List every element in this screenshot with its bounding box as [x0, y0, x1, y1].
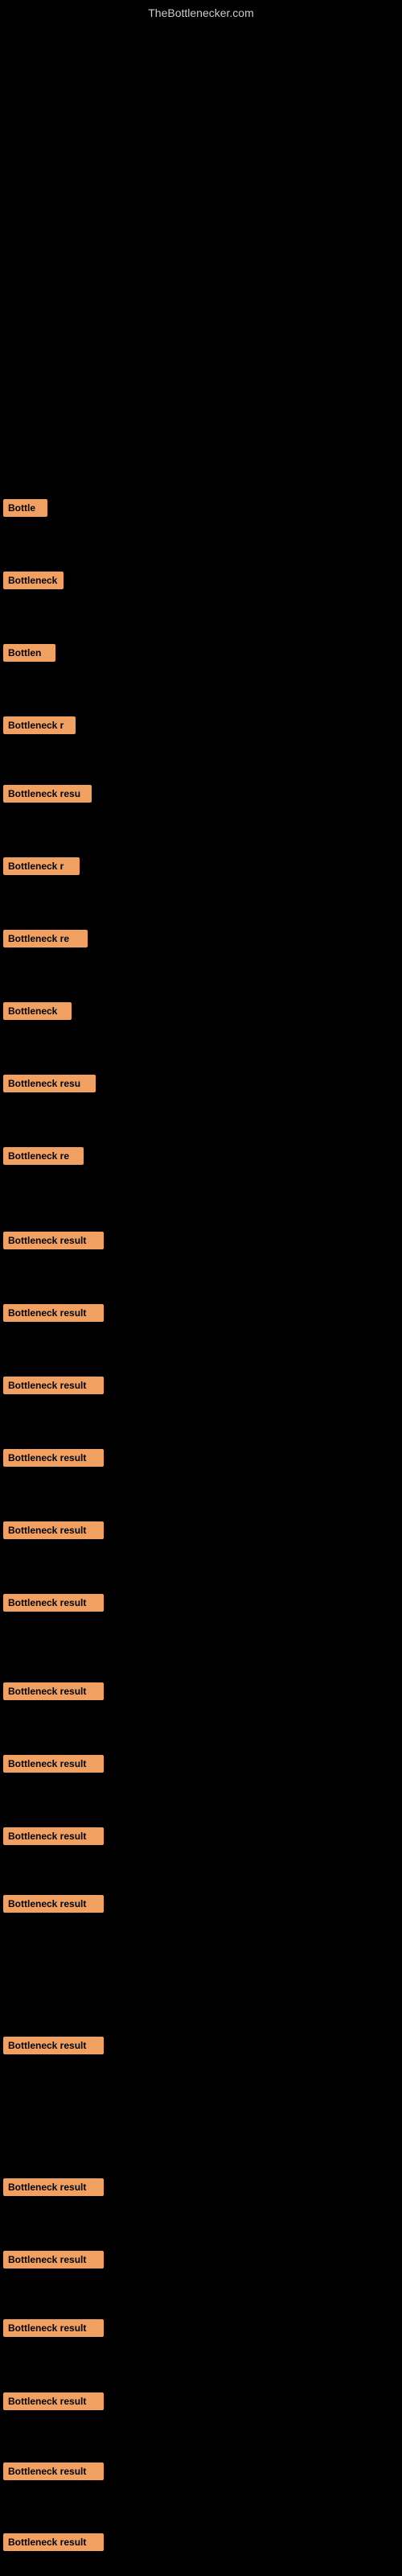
- bottleneck-result-item[interactable]: Bottleneck result: [3, 1895, 104, 1913]
- bottleneck-result-item[interactable]: Bottleneck resu: [3, 1075, 96, 1092]
- bottleneck-result-item[interactable]: Bottle: [3, 499, 47, 517]
- bottleneck-result-item[interactable]: Bottleneck result: [3, 2533, 104, 2551]
- bottleneck-result-item[interactable]: Bottleneck result: [3, 1755, 104, 1773]
- bottleneck-result-item[interactable]: Bottleneck re: [3, 1147, 84, 1165]
- bottleneck-result-item[interactable]: Bottleneck result: [3, 1377, 104, 1394]
- bottleneck-result-item[interactable]: Bottleneck result: [3, 1304, 104, 1322]
- bottleneck-result-item[interactable]: Bottleneck r: [3, 716, 76, 734]
- bottleneck-result-item[interactable]: Bottleneck result: [3, 1232, 104, 1249]
- bottleneck-result-item[interactable]: Bottleneck: [3, 1002, 72, 1020]
- bottleneck-result-item[interactable]: Bottleneck: [3, 572, 64, 589]
- bottleneck-result-item[interactable]: Bottleneck result: [3, 1827, 104, 1845]
- bottleneck-result-item[interactable]: Bottleneck result: [3, 2178, 104, 2196]
- bottleneck-result-item[interactable]: Bottleneck result: [3, 1594, 104, 1612]
- bottleneck-result-item[interactable]: Bottleneck result: [3, 1449, 104, 1467]
- bottleneck-result-item[interactable]: Bottleneck result: [3, 2319, 104, 2337]
- bottleneck-result-item[interactable]: Bottleneck result: [3, 1682, 104, 1700]
- bottleneck-result-item[interactable]: Bottleneck result: [3, 2037, 104, 2054]
- bottleneck-result-item[interactable]: Bottleneck result: [3, 2392, 104, 2410]
- bottleneck-result-item[interactable]: Bottleneck re: [3, 930, 88, 947]
- bottleneck-result-item[interactable]: Bottleneck r: [3, 857, 80, 875]
- site-title: TheBottlenecker.com: [148, 6, 254, 19]
- bottleneck-result-item[interactable]: Bottleneck result: [3, 1521, 104, 1539]
- bottleneck-result-item[interactable]: Bottleneck resu: [3, 785, 92, 803]
- bottleneck-result-item[interactable]: Bottlen: [3, 644, 55, 662]
- bottleneck-result-item[interactable]: Bottleneck result: [3, 2251, 104, 2268]
- bottleneck-result-item[interactable]: Bottleneck result: [3, 2462, 104, 2480]
